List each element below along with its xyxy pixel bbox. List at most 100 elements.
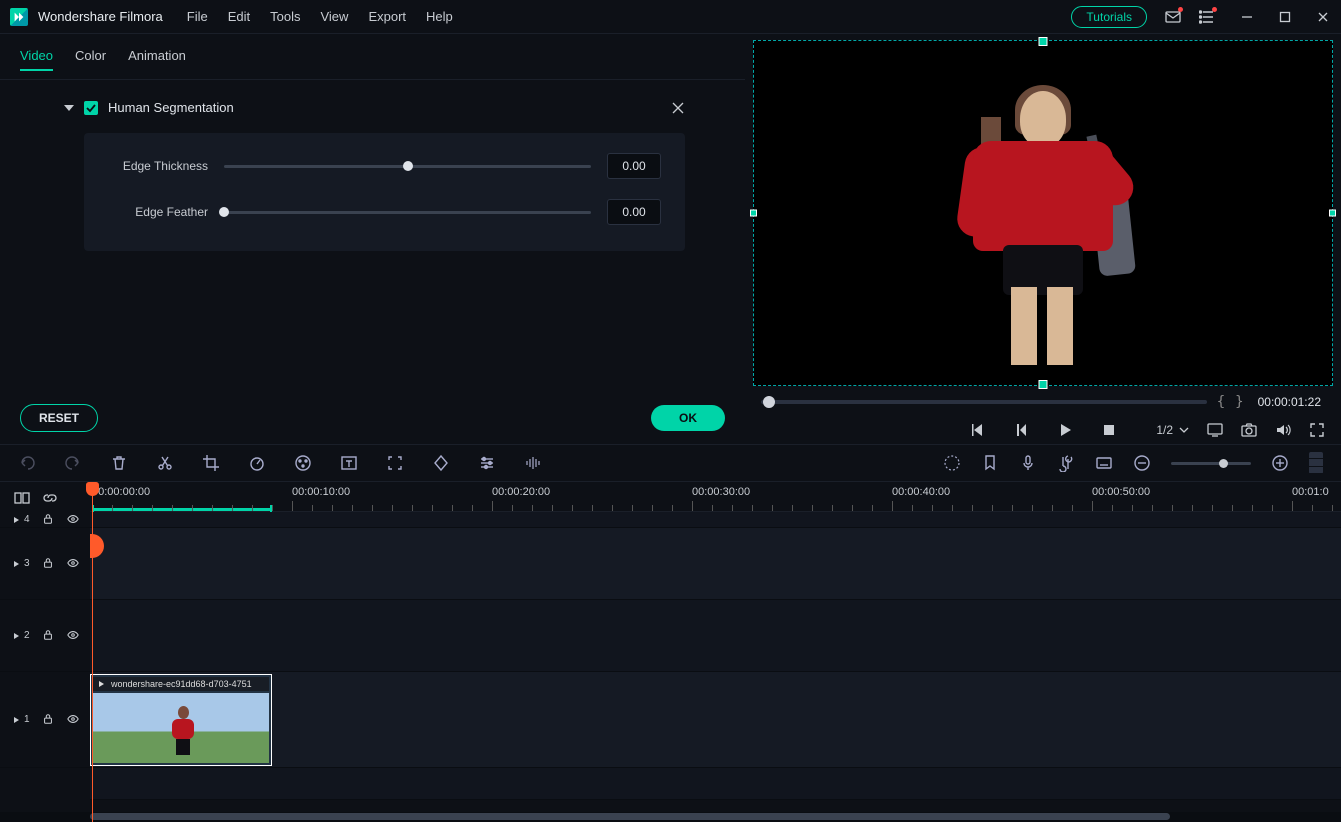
section-close-icon[interactable] bbox=[671, 101, 685, 115]
tutorials-button[interactable]: Tutorials bbox=[1071, 6, 1147, 28]
track-lane-3[interactable] bbox=[90, 528, 1341, 600]
adjust-icon[interactable] bbox=[478, 454, 496, 472]
eye-icon[interactable] bbox=[66, 513, 80, 527]
menu-view[interactable]: View bbox=[320, 9, 348, 24]
ok-button[interactable]: OK bbox=[651, 405, 725, 431]
edge-thickness-value[interactable]: 0.00 bbox=[607, 153, 661, 179]
play-icon bbox=[97, 680, 107, 688]
sliders-container: Edge Thickness 0.00 Edge Feather 0.00 bbox=[84, 133, 685, 251]
menu-items: File Edit Tools View Export Help bbox=[187, 9, 453, 24]
window-minimize-button[interactable] bbox=[1239, 9, 1255, 25]
render-icon[interactable] bbox=[943, 454, 961, 472]
display-icon[interactable] bbox=[1207, 422, 1223, 438]
voiceover-icon[interactable] bbox=[1019, 454, 1037, 472]
stop-button[interactable] bbox=[1101, 422, 1117, 438]
edge-thickness-slider[interactable] bbox=[224, 165, 591, 168]
zoom-out-icon[interactable] bbox=[1133, 454, 1151, 472]
preview-timecode: 00:00:01:22 bbox=[1258, 395, 1321, 409]
track-lane-2[interactable] bbox=[90, 600, 1341, 672]
track-headers: 4 3 2 1 bbox=[0, 512, 90, 812]
track-lane-1[interactable]: wondershare-ec91dd68-d703-4751 bbox=[90, 672, 1341, 768]
track-head-4: 4 bbox=[0, 512, 90, 528]
tab-color[interactable]: Color bbox=[75, 48, 106, 71]
resize-handle-right[interactable] bbox=[1329, 210, 1336, 217]
fullscreen-icon[interactable] bbox=[1309, 422, 1325, 438]
caption-icon[interactable] bbox=[1095, 454, 1113, 472]
eye-icon[interactable] bbox=[66, 629, 80, 643]
lock-icon[interactable] bbox=[42, 557, 54, 571]
menu-edit[interactable]: Edit bbox=[228, 9, 250, 24]
list-icon[interactable] bbox=[1199, 9, 1215, 25]
volume-icon[interactable] bbox=[1275, 422, 1291, 438]
keyframe-icon[interactable] bbox=[432, 454, 450, 472]
tab-video[interactable]: Video bbox=[20, 48, 53, 71]
track-head-2: 2 bbox=[0, 600, 90, 672]
ruler-time-label: 00:00:30:00 bbox=[692, 486, 750, 498]
preview-scrubber[interactable] bbox=[761, 400, 1207, 404]
video-clip[interactable]: wondershare-ec91dd68-d703-4751 bbox=[90, 674, 272, 766]
edge-feather-value[interactable]: 0.00 bbox=[607, 199, 661, 225]
track-lane-audio[interactable] bbox=[90, 768, 1341, 800]
menu-export[interactable]: Export bbox=[368, 9, 406, 24]
mark-out-button[interactable]: } bbox=[1235, 394, 1243, 410]
playhead[interactable] bbox=[92, 482, 93, 822]
redo-icon[interactable] bbox=[64, 454, 82, 472]
zoom-in-icon[interactable] bbox=[1271, 454, 1289, 472]
track-lane-4[interactable] bbox=[90, 512, 1341, 528]
tab-animation[interactable]: Animation bbox=[128, 48, 186, 71]
eye-icon[interactable] bbox=[66, 713, 80, 727]
timeline-scrollbar[interactable] bbox=[0, 812, 1341, 822]
track-head-1: 1 bbox=[0, 672, 90, 768]
audio-icon[interactable] bbox=[524, 454, 542, 472]
color-icon[interactable] bbox=[294, 454, 312, 472]
reset-button[interactable]: RESET bbox=[20, 404, 98, 432]
preview-quality-select[interactable]: 1/2 bbox=[1156, 423, 1189, 437]
lock-icon[interactable] bbox=[42, 513, 54, 527]
menu-help[interactable]: Help bbox=[426, 9, 453, 24]
undo-icon[interactable] bbox=[18, 454, 36, 472]
properties-panel: Video Color Animation Human Segmentation… bbox=[0, 34, 745, 444]
eye-icon[interactable] bbox=[66, 557, 80, 571]
focus-icon[interactable] bbox=[386, 454, 404, 472]
edge-feather-label: Edge Feather bbox=[108, 205, 208, 219]
segmented-subject bbox=[963, 87, 1123, 367]
timeline-ruler[interactable]: 00:00:00:0000:00:10:0000:00:20:0000:00:3… bbox=[90, 482, 1341, 512]
delete-icon[interactable] bbox=[110, 454, 128, 472]
edge-feather-slider[interactable] bbox=[224, 211, 591, 214]
lock-icon[interactable] bbox=[42, 713, 54, 727]
auto-ripple-icon[interactable] bbox=[14, 490, 28, 504]
mixer-icon[interactable] bbox=[1057, 454, 1075, 472]
window-close-button[interactable] bbox=[1315, 9, 1331, 25]
timeline: 00:00:00:0000:00:10:0000:00:20:0000:00:3… bbox=[0, 482, 1341, 822]
snapshot-icon[interactable] bbox=[1241, 422, 1257, 438]
play-button[interactable] bbox=[1057, 422, 1073, 438]
link-icon[interactable] bbox=[42, 490, 56, 504]
split-icon[interactable] bbox=[156, 454, 174, 472]
prev-frame-button[interactable] bbox=[1013, 422, 1029, 438]
menu-tools[interactable]: Tools bbox=[270, 9, 300, 24]
menubar: Wondershare Filmora File Edit Tools View… bbox=[0, 0, 1341, 34]
ruler-time-label: 00:01:0 bbox=[1292, 486, 1329, 498]
crop-icon[interactable] bbox=[202, 454, 220, 472]
menu-file[interactable]: File bbox=[187, 9, 208, 24]
text-icon[interactable] bbox=[340, 454, 358, 472]
window-maximize-button[interactable] bbox=[1277, 9, 1293, 25]
timeline-view-icon[interactable] bbox=[1309, 452, 1323, 474]
preview-viewport[interactable] bbox=[753, 40, 1333, 386]
mark-in-button[interactable]: { bbox=[1217, 394, 1225, 410]
clip-name: wondershare-ec91dd68-d703-4751 bbox=[111, 679, 252, 689]
mail-icon[interactable] bbox=[1165, 9, 1181, 25]
human-segmentation-checkbox[interactable] bbox=[84, 101, 98, 115]
in-out-range[interactable] bbox=[92, 508, 272, 511]
lock-icon[interactable] bbox=[42, 629, 54, 643]
collapse-toggle-icon[interactable] bbox=[64, 105, 74, 111]
speed-icon[interactable] bbox=[248, 454, 266, 472]
resize-handle-left[interactable] bbox=[750, 210, 757, 217]
clip-thumbnail bbox=[93, 693, 269, 763]
track-head-3: 3 bbox=[0, 528, 90, 600]
step-back-button[interactable] bbox=[969, 422, 985, 438]
zoom-slider[interactable] bbox=[1171, 462, 1251, 465]
marker-icon[interactable] bbox=[981, 454, 999, 472]
track-lanes[interactable]: wondershare-ec91dd68-d703-4751 bbox=[90, 512, 1341, 812]
notification-dot bbox=[1212, 7, 1217, 12]
